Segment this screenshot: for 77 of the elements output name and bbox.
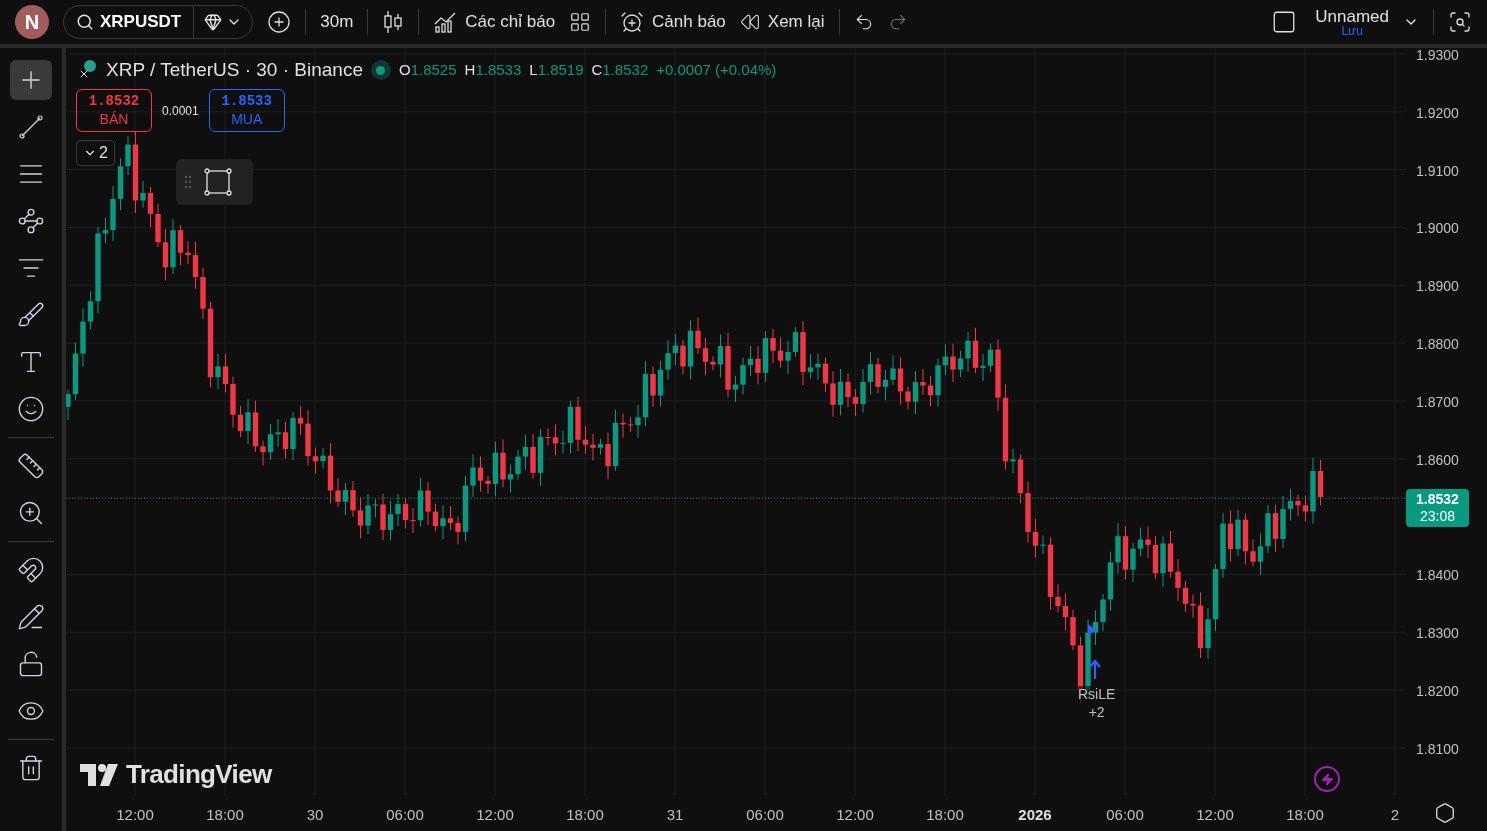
watermark-text: TradingView — [126, 758, 272, 791]
up-arrow-icon — [1088, 659, 1102, 681]
signal-count: +2 — [1088, 703, 1105, 721]
interval-button[interactable]: 30m — [320, 9, 354, 35]
diamond-icon — [204, 13, 223, 31]
sell-button[interactable]: 1.8532 BÁN — [76, 89, 152, 132]
chart-title: XRP / TetherUS · 30 · Binance — [106, 58, 363, 82]
layout-name[interactable]: Unnamed — [1315, 7, 1389, 25]
search-icon — [76, 13, 94, 31]
signal-label: RsiLE — [1078, 686, 1116, 704]
lightning-icon[interactable] — [1314, 766, 1340, 792]
price-tick: 1.8700 — [1416, 392, 1459, 412]
templates-icon[interactable] — [569, 11, 592, 33]
chart-icon — [433, 10, 458, 34]
ohlc-value: L1.8519 — [529, 60, 584, 80]
brush-icon — [17, 301, 45, 329]
ohlc-value: H1.8533 — [464, 60, 522, 80]
pencil-icon — [17, 603, 45, 631]
time-tick: 06:00 — [1105, 805, 1145, 825]
zoom-in-icon — [17, 499, 45, 527]
collapse-button[interactable]: 2 — [76, 140, 115, 166]
price-tick: 1.9000 — [1416, 219, 1459, 239]
price-tick: 1.8600 — [1416, 450, 1459, 470]
replay-button[interactable]: Xem lại — [739, 9, 825, 35]
time-tick: 18:00 — [1285, 805, 1325, 825]
line-icon — [17, 113, 45, 141]
add-symbol-icon[interactable] — [267, 10, 292, 34]
time-tick: 12:00 — [475, 805, 515, 825]
save-link[interactable]: Lưu — [1341, 24, 1363, 37]
avatar[interactable]: N — [15, 5, 49, 39]
pattern-icon — [17, 207, 45, 235]
time-tick: 18:00 — [205, 805, 245, 825]
time-tick: 06:00 — [745, 805, 785, 825]
time-tick: 12:00 — [115, 805, 155, 825]
price-tick: 1.9200 — [1416, 103, 1459, 123]
price-change: +0.0007 (+0.04%) — [656, 60, 777, 80]
alarm-icon — [620, 10, 645, 34]
spread-text: 0.0001 — [162, 102, 199, 120]
time-tick: 2026 — [1017, 805, 1053, 825]
price-tick: 1.8300 — [1416, 624, 1459, 644]
price-tick: 1.8100 — [1416, 739, 1459, 759]
search-icon[interactable] — [1448, 10, 1472, 34]
unlock-icon — [17, 650, 45, 678]
price-tick: 1.8400 — [1416, 566, 1459, 586]
time-tick: 30 — [305, 805, 325, 825]
symbol-logo-icon — [84, 60, 96, 73]
buy-button[interactable]: 1.8533 MUA — [208, 89, 285, 132]
time-tick: 12:00 — [1195, 805, 1235, 825]
time-tick: 2 — [1389, 805, 1401, 825]
alerts-button[interactable]: Cảnh báo — [620, 9, 726, 35]
time-tick: 12:00 — [835, 805, 875, 825]
settings-icon[interactable] — [1433, 802, 1456, 824]
price-tick: 1.8200 — [1416, 682, 1459, 702]
price-tick: 1.8900 — [1416, 277, 1459, 297]
logo-icon — [80, 763, 118, 786]
smiley-icon — [17, 395, 45, 423]
trash-icon — [17, 754, 45, 782]
rectangle-tool-icon[interactable] — [204, 168, 232, 196]
ohlc-value: C1.8532 — [591, 60, 649, 80]
candles-icon[interactable] — [382, 9, 405, 35]
rewind-icon — [739, 12, 760, 32]
ohlc-value: O1.8525 — [399, 60, 457, 80]
price-tick: 1.9300 — [1416, 46, 1459, 65]
price-tick: 1.9100 — [1416, 161, 1459, 181]
time-tick: 31 — [665, 805, 685, 825]
indicators-button[interactable]: Các chỉ báo — [433, 9, 556, 35]
last-price-badge: 1.8532 23:08 — [1406, 489, 1469, 527]
ruler-icon — [17, 452, 45, 480]
time-tick: 18:00 — [565, 805, 605, 825]
time-tick: 18:00 — [925, 805, 965, 825]
tool-button[interactable] — [10, 60, 52, 100]
symbol-text: XRPUSDT — [100, 11, 182, 34]
drag-handle-icon[interactable] — [184, 175, 192, 189]
triangle-marker-icon — [1088, 624, 1096, 636]
price-tick: 1.8800 — [1416, 335, 1459, 355]
time-tick: 06:00 — [385, 805, 425, 825]
magnet-icon — [17, 556, 45, 584]
